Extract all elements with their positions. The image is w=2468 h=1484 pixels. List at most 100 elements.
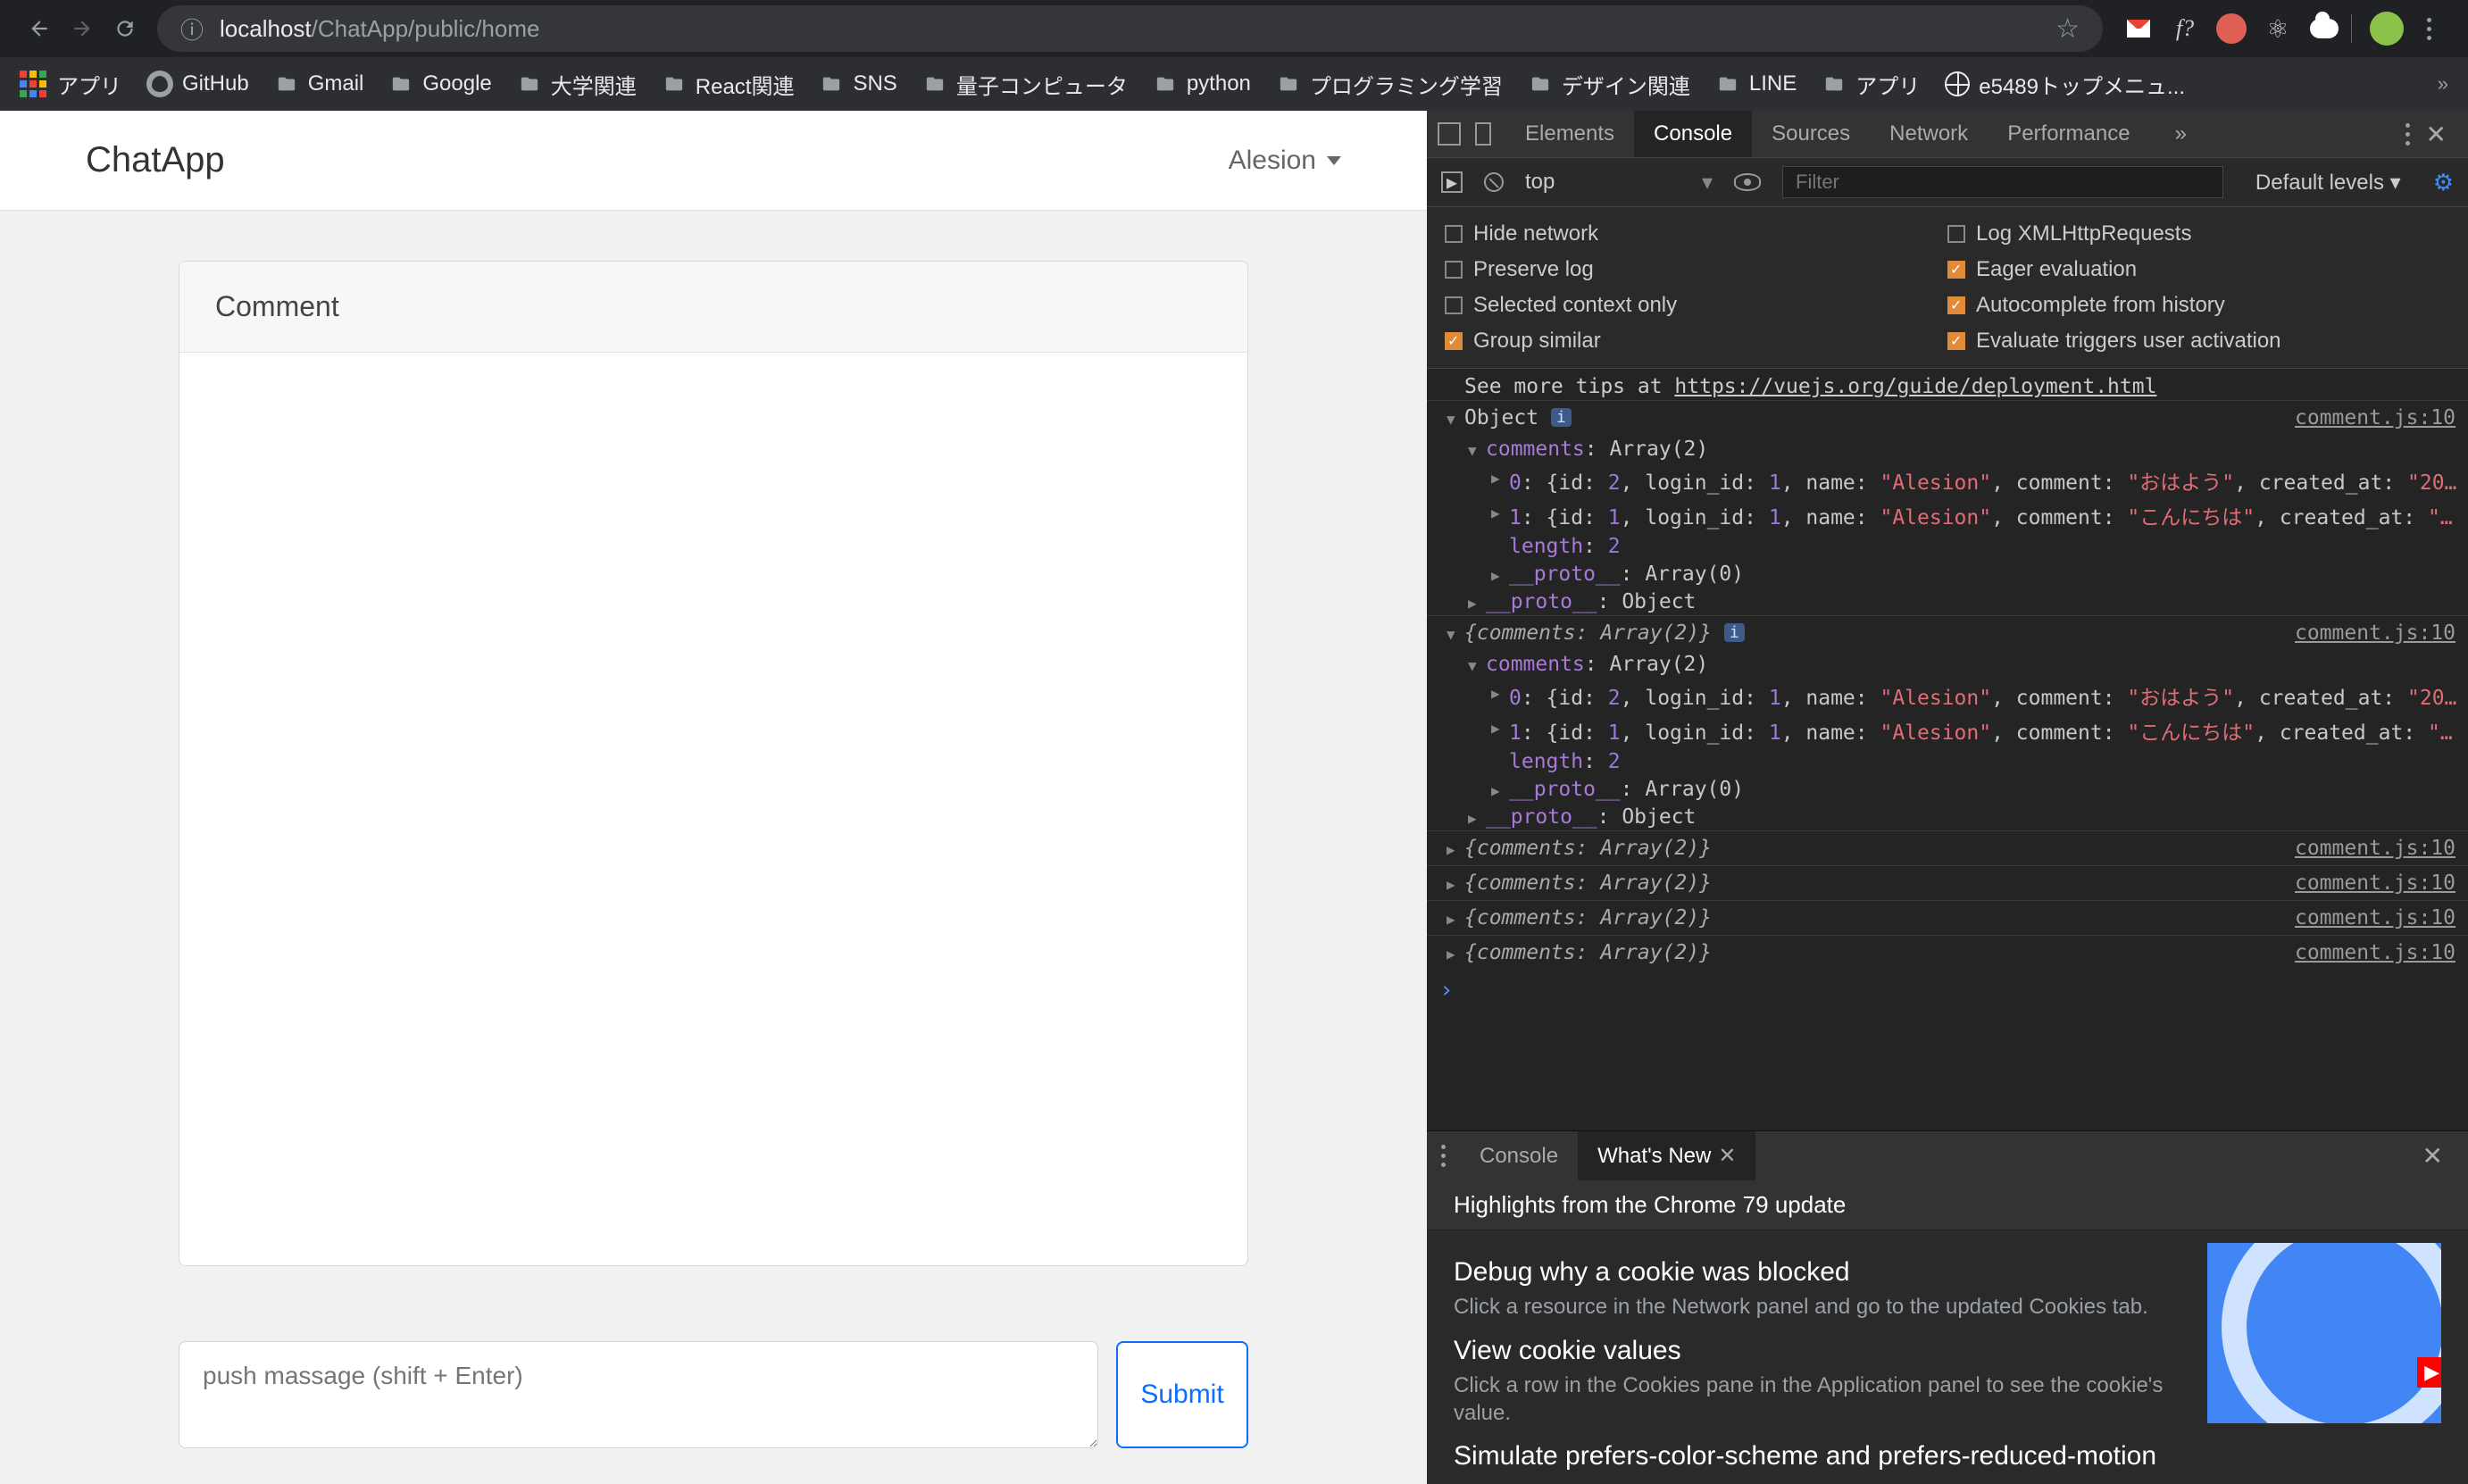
inspect-icon[interactable] bbox=[1438, 122, 1461, 146]
bookmark-google[interactable]: Google bbox=[388, 71, 491, 96]
sidebar-toggle-icon[interactable]: ▸ bbox=[1441, 171, 1463, 193]
log-comments-array[interactable]: comments: Array(2) bbox=[1427, 650, 2468, 678]
tab-elements[interactable]: Elements bbox=[1505, 111, 1634, 157]
checkbox-icon bbox=[1947, 261, 1965, 279]
log-collapsed[interactable]: {comments: Array(2)}comment.js:10 bbox=[1427, 865, 2468, 900]
tabs-overflow[interactable]: » bbox=[2155, 111, 2206, 157]
drawer-tab-console[interactable]: Console bbox=[1460, 1131, 1578, 1181]
opt-eager-eval[interactable]: Eager evaluation bbox=[1947, 257, 2450, 282]
apps-shortcut[interactable]: アプリ bbox=[20, 69, 121, 100]
address-bar[interactable]: ⓘ localhost/ChatApp/public/home ☆ bbox=[157, 5, 2103, 52]
log-collapsed[interactable]: {comments: Array(2)}comment.js:10 bbox=[1427, 900, 2468, 935]
user-dropdown[interactable]: Alesion bbox=[1229, 146, 1341, 176]
wn-section-title[interactable]: Debug why a cookie was blocked bbox=[1454, 1257, 2189, 1288]
app-brand[interactable]: ChatApp bbox=[86, 140, 225, 180]
console-log[interactable]: See more tips at https://vuejs.org/guide… bbox=[1427, 369, 2468, 1130]
log-proto[interactable]: __proto__: Object bbox=[1427, 588, 2468, 615]
devtools-close-icon[interactable]: ✕ bbox=[2426, 120, 2447, 149]
site-info-icon[interactable]: ⓘ bbox=[180, 13, 204, 46]
log-collapsed[interactable]: {comments: Array(2)}comment.js:10 bbox=[1427, 935, 2468, 970]
bookmark-design[interactable]: デザイン関連 bbox=[1528, 69, 1690, 100]
bookmark-sns[interactable]: SNS bbox=[819, 71, 896, 96]
tab-sources[interactable]: Sources bbox=[1752, 111, 1870, 157]
devtools-menu-icon[interactable] bbox=[2405, 123, 2410, 146]
device-toggle-icon[interactable] bbox=[1475, 122, 1491, 146]
bookmark-e5489[interactable]: e5489トップメニュ... bbox=[1945, 69, 2185, 100]
log-array-item[interactable]: 1: {id: 1, login_id: 1, name: "Alesion",… bbox=[1427, 497, 2468, 532]
log-comments-array[interactable]: comments: Array(2) bbox=[1427, 435, 2468, 463]
bookmark-label: LINE bbox=[1749, 71, 1797, 96]
log-levels-dropdown[interactable]: Default levels ▾ bbox=[2255, 170, 2401, 196]
browser-toolbar: ⓘ localhost/ChatApp/public/home ☆ f? ⚛ bbox=[0, 0, 2468, 57]
log-length: length: 2 bbox=[1427, 532, 2468, 560]
wn-section-title[interactable]: Simulate prefers-color-scheme and prefer… bbox=[1454, 1441, 2189, 1471]
opt-eval-trigger[interactable]: Evaluate triggers user activation bbox=[1947, 329, 2450, 354]
forward-button[interactable] bbox=[61, 7, 104, 50]
close-tab-icon[interactable]: ✕ bbox=[1718, 1143, 1736, 1169]
bookmark-university[interactable]: 大学関連 bbox=[517, 69, 637, 100]
log-array-item[interactable]: 0: {id: 2, login_id: 1, name: "Alesion",… bbox=[1427, 463, 2468, 497]
tab-console[interactable]: Console bbox=[1634, 111, 1752, 157]
live-expression-icon[interactable] bbox=[1734, 173, 1761, 191]
bookmarks-overflow[interactable]: » bbox=[2438, 72, 2448, 96]
log-object-expanded[interactable]: Object icomment.js:10 bbox=[1427, 400, 2468, 435]
folder-icon bbox=[662, 74, 687, 94]
folder-icon bbox=[1153, 74, 1178, 94]
submit-button[interactable]: Submit bbox=[1116, 1341, 1248, 1448]
bookmark-star-icon[interactable]: ☆ bbox=[2055, 13, 2080, 45]
tab-performance[interactable]: Performance bbox=[1988, 111, 2149, 157]
profile-avatar[interactable] bbox=[2361, 7, 2404, 50]
card-title: Comment bbox=[179, 262, 1247, 353]
clear-console-icon[interactable] bbox=[1484, 172, 1504, 192]
log-proto[interactable]: __proto__: Object bbox=[1427, 803, 2468, 830]
devtools-tabs: Elements Console Sources Network Perform… bbox=[1427, 111, 2468, 157]
log-array-item[interactable]: 0: {id: 2, login_id: 1, name: "Alesion",… bbox=[1427, 678, 2468, 713]
log-proto[interactable]: __proto__: Array(0) bbox=[1427, 560, 2468, 588]
ext-mail-icon[interactable] bbox=[2117, 7, 2160, 50]
ext-react-icon[interactable]: ⚛ bbox=[2256, 7, 2299, 50]
bookmark-line[interactable]: LINE bbox=[1715, 71, 1797, 96]
context-selector[interactable]: top▾ bbox=[1525, 170, 1713, 196]
log-proto[interactable]: __proto__: Array(0) bbox=[1427, 775, 2468, 803]
bookmark-quantum[interactable]: 量子コンピュータ bbox=[922, 69, 1128, 100]
opt-auto-hist[interactable]: Autocomplete from history bbox=[1947, 293, 2450, 318]
back-button[interactable] bbox=[18, 7, 61, 50]
message-input[interactable] bbox=[179, 1341, 1098, 1448]
console-settings-icon[interactable]: ⚙ bbox=[2433, 169, 2454, 196]
url-host: localhost bbox=[220, 15, 312, 43]
bookmark-gmail[interactable]: Gmail bbox=[274, 71, 364, 96]
drawer-tab-whatsnew[interactable]: What's New ✕ bbox=[1578, 1131, 1755, 1181]
bookmarks-bar: アプリ GitHub Gmail Google 大学関連 React関連 SNS… bbox=[0, 57, 2468, 111]
opt-group-similar[interactable]: Group similar bbox=[1445, 329, 1947, 354]
opt-log-xhr[interactable]: Log XMLHttpRequests bbox=[1947, 221, 2450, 246]
bookmark-github[interactable]: GitHub bbox=[146, 71, 249, 97]
opt-hide-network[interactable]: Hide network bbox=[1445, 221, 1947, 246]
filter-input[interactable] bbox=[1782, 166, 2223, 198]
log-array-item[interactable]: 1: {id: 1, login_id: 1, name: "Alesion",… bbox=[1427, 713, 2468, 747]
ext-cloud-icon[interactable] bbox=[2303, 7, 2346, 50]
bookmark-label: 量子コンピュータ bbox=[956, 69, 1128, 100]
folder-icon bbox=[922, 74, 947, 94]
ext-font-icon[interactable]: f? bbox=[2164, 7, 2206, 50]
tab-network[interactable]: Network bbox=[1870, 111, 1988, 157]
log-object-inline[interactable]: {comments: Array(2)} icomment.js:10 bbox=[1427, 615, 2468, 650]
console-prompt[interactable]: › bbox=[1427, 970, 2468, 1011]
folder-icon bbox=[388, 74, 413, 94]
bookmark-programming[interactable]: プログラミング学習 bbox=[1276, 69, 1503, 100]
drawer-menu-icon[interactable] bbox=[1441, 1145, 1446, 1167]
bookmark-label: Gmail bbox=[308, 71, 364, 96]
chrome-menu-icon[interactable] bbox=[2407, 7, 2450, 50]
opt-sel-context[interactable]: Selected context only bbox=[1445, 293, 1947, 318]
bookmark-label: アプリ bbox=[1855, 69, 1920, 100]
opt-preserve-log[interactable]: Preserve log bbox=[1445, 257, 1947, 282]
bookmark-python[interactable]: python bbox=[1153, 71, 1251, 96]
bookmark-react[interactable]: React関連 bbox=[662, 69, 795, 100]
log-collapsed[interactable]: {comments: Array(2)}comment.js:10 bbox=[1427, 830, 2468, 865]
wn-section-title[interactable]: View cookie values bbox=[1454, 1336, 2189, 1366]
reload-button[interactable] bbox=[104, 7, 146, 50]
user-name: Alesion bbox=[1229, 146, 1316, 176]
whatsnew-video-thumb[interactable] bbox=[2207, 1243, 2441, 1423]
ext-red-icon[interactable] bbox=[2210, 7, 2253, 50]
drawer-close-icon[interactable]: ✕ bbox=[2422, 1141, 2443, 1171]
bookmark-apps[interactable]: アプリ bbox=[1822, 69, 1920, 100]
